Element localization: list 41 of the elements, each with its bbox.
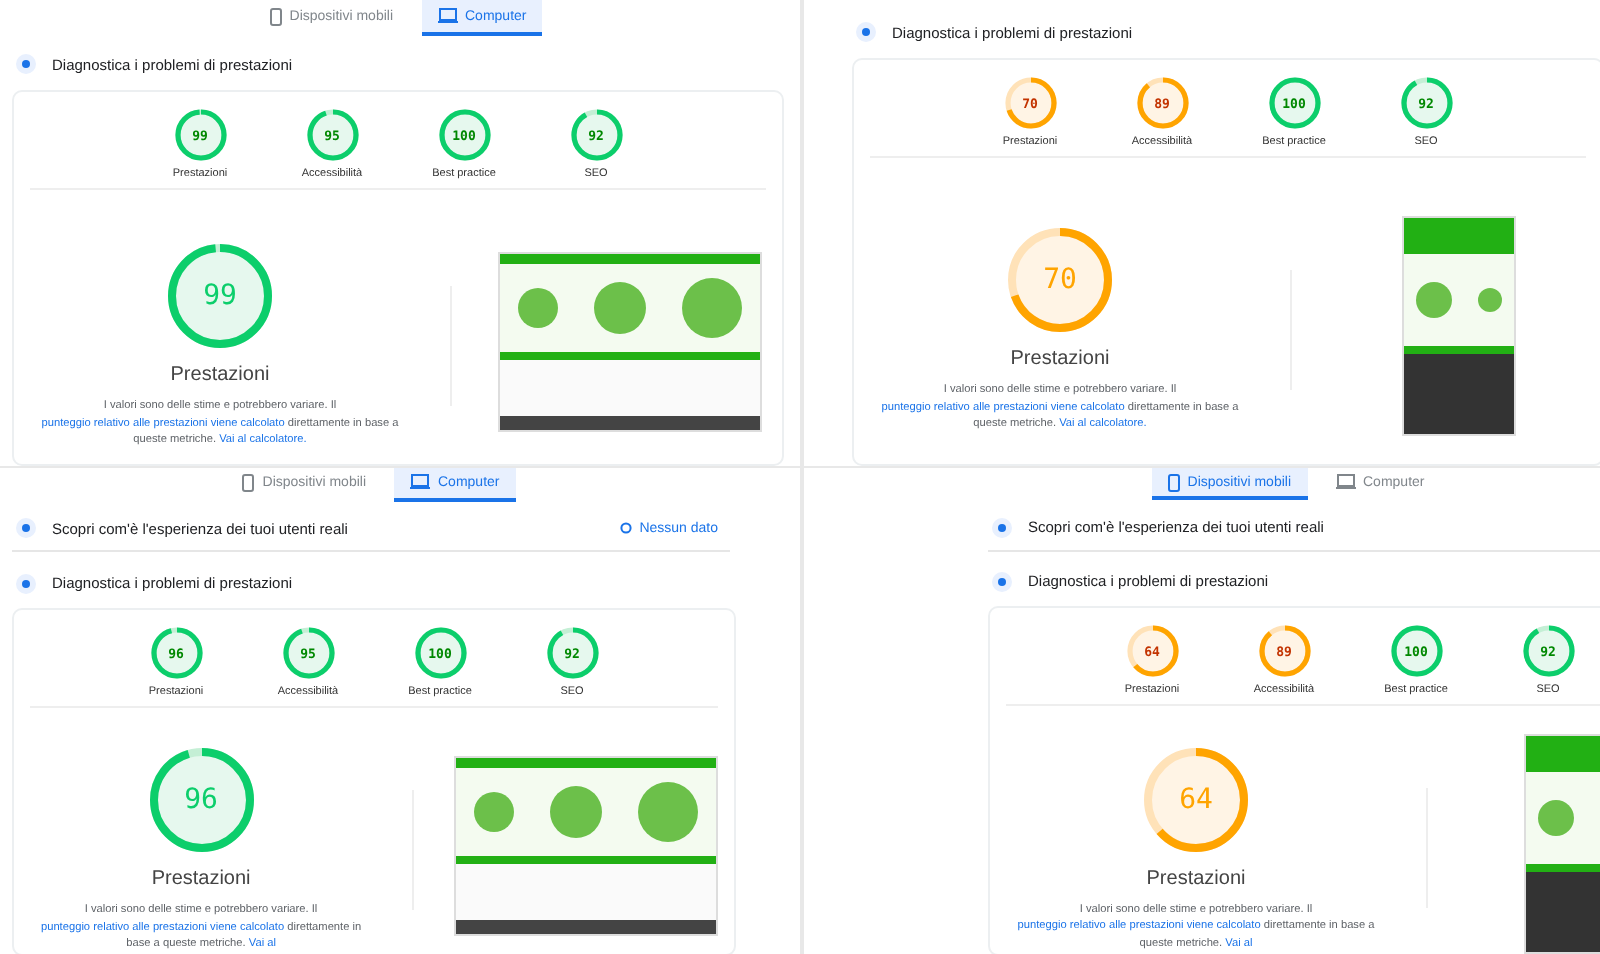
score-title: Prestazioni	[170, 364, 270, 387]
score-title: Prestazioni	[1010, 348, 1110, 371]
score-gauge	[1521, 624, 1575, 679]
bullet-icon	[16, 573, 36, 594]
score-gauge	[173, 108, 227, 162]
score-gauge	[545, 626, 599, 681]
bullet-icon	[992, 517, 1012, 538]
score-gauge	[1267, 76, 1321, 130]
score-gauge	[437, 108, 491, 162]
score-gauge	[281, 626, 335, 681]
score-gauge	[1135, 76, 1189, 130]
laptop-icon	[1335, 474, 1355, 491]
bullet-icon	[16, 518, 36, 539]
phone-icon	[269, 7, 282, 25]
score-gauge	[413, 626, 467, 681]
score-gauge	[1125, 624, 1179, 679]
laptop-icon	[437, 8, 457, 24]
score-gauge	[1399, 76, 1453, 130]
score-gauge	[1004, 224, 1116, 337]
score-title: Prestazioni	[1146, 867, 1246, 890]
score-gauge	[305, 108, 359, 162]
score-value: 96	[184, 784, 218, 817]
score-value: 99	[203, 280, 237, 313]
score-value: 70	[1043, 264, 1077, 297]
score-gauge	[149, 626, 203, 681]
bullet-icon	[856, 22, 876, 42]
score-gauge	[1140, 743, 1252, 856]
phone-icon	[1167, 473, 1180, 492]
score-value: 64	[1179, 783, 1213, 816]
score-gauge	[164, 240, 276, 353]
circle-icon	[619, 522, 632, 535]
score-gauge	[1003, 76, 1057, 130]
phone-icon	[242, 473, 255, 492]
bullet-icon	[992, 571, 1012, 592]
score-gauge	[1389, 624, 1443, 679]
score-title: Prestazioni	[151, 868, 251, 891]
bullet-icon	[16, 54, 36, 74]
score-gauge	[1257, 624, 1311, 679]
laptop-icon	[410, 474, 430, 491]
score-gauge	[145, 744, 258, 857]
score-gauge	[569, 108, 623, 162]
